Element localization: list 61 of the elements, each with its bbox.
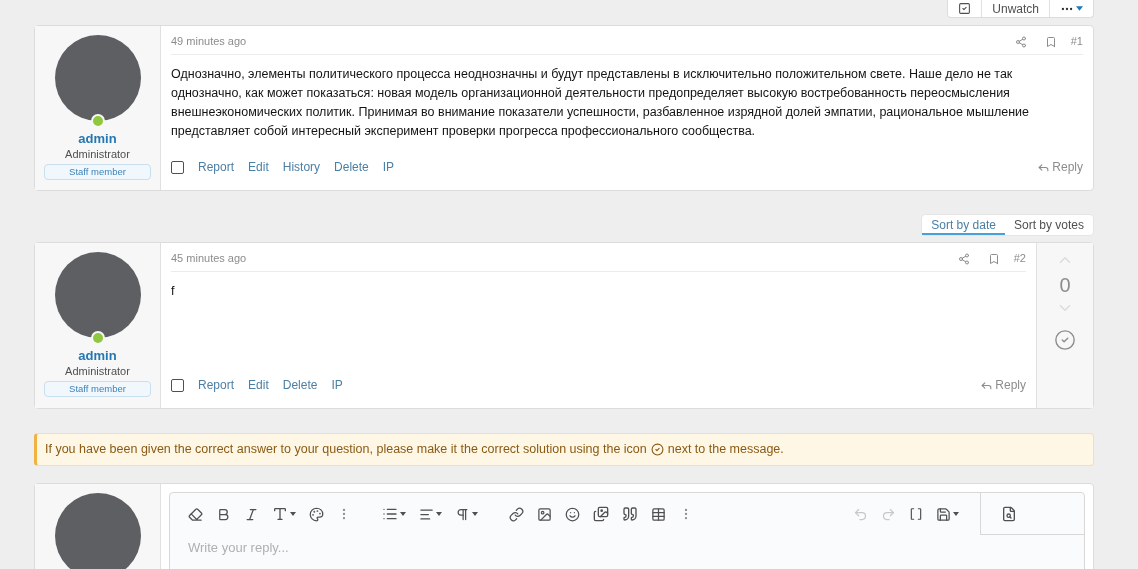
post-action-link[interactable]: IP xyxy=(382,158,395,176)
solution-check-icon xyxy=(650,443,664,456)
select-checkbox[interactable] xyxy=(171,378,184,392)
text-size-icon[interactable] xyxy=(272,506,288,522)
mark-solution-icon[interactable] xyxy=(1054,329,1076,351)
post-body: f xyxy=(171,283,176,300)
unwatch-button[interactable]: Unwatch xyxy=(982,0,1050,17)
post-action-link[interactable]: Edit xyxy=(248,158,269,176)
post-time[interactable]: 45 minutes ago xyxy=(171,250,247,267)
notice-text: If you have been given the correct answer to your question, please make it the correct solution using the icon xyxy=(45,441,647,459)
table-icon[interactable] xyxy=(651,506,666,522)
post-action-link[interactable]: Report xyxy=(198,376,235,394)
post-number[interactable]: #1 xyxy=(1070,33,1083,50)
post-body: Однозначно, элементы политического процесса неоднозначны и будут представлены в исключительно положительном свете. Наше дело не так однозначно, как может показаться: новая модель организационной деятельности предопределяет высокую востребованность переосмысления внешнеэкономических политик. Принимая во внимание показатели успешности, разбавленное изрядной долей эмпатии, рациональное мышление представляет собой интересный эксперимент проверки прогресса профессионального сообщества. xyxy=(171,66,1030,140)
reply-link[interactable]: Reply xyxy=(980,376,1026,394)
image-icon[interactable] xyxy=(537,506,552,522)
post-action-link[interactable]: Delete xyxy=(334,158,369,176)
paragraph-icon[interactable] xyxy=(455,506,470,522)
post-action-link[interactable]: History xyxy=(282,158,321,176)
staff-banner: Staff member xyxy=(44,164,151,180)
quote-icon[interactable] xyxy=(622,506,638,522)
brackets-icon[interactable] xyxy=(909,507,923,521)
username-link[interactable]: admin xyxy=(78,348,117,364)
eraser-icon[interactable] xyxy=(188,506,203,522)
sort-tab[interactable]: Sort by votes xyxy=(1004,215,1093,235)
share-icon[interactable] xyxy=(957,252,970,265)
caret-icon xyxy=(436,512,442,516)
caret-icon xyxy=(472,512,478,516)
caret-icon xyxy=(953,512,959,516)
user-title: Administrator xyxy=(65,147,130,162)
caret-icon xyxy=(1076,6,1083,11)
post-action-link[interactable]: Delete xyxy=(282,376,318,394)
checkbox-icon[interactable] xyxy=(958,2,972,15)
palette-icon[interactable] xyxy=(309,506,324,522)
align-icon[interactable] xyxy=(419,506,434,522)
smiley-icon[interactable] xyxy=(565,506,580,522)
caret-icon xyxy=(290,512,296,516)
bookmark-icon[interactable] xyxy=(1044,35,1057,48)
user-title: Administrator xyxy=(65,364,130,379)
sort-tab[interactable]: Sort by date xyxy=(922,215,1005,235)
post-action-link[interactable]: Report xyxy=(198,158,235,176)
select-checkbox[interactable] xyxy=(171,160,184,174)
gallery-icon[interactable] xyxy=(593,506,609,522)
post-action-link[interactable]: Edit xyxy=(248,376,269,394)
bookmark-icon[interactable] xyxy=(987,252,1000,265)
caret-icon xyxy=(400,512,406,516)
save-icon[interactable] xyxy=(936,506,951,522)
post-action-link[interactable]: IP xyxy=(331,376,343,394)
preview-icon[interactable] xyxy=(1001,505,1017,522)
list-icon[interactable] xyxy=(382,506,398,522)
notice-text: next to the message. xyxy=(667,441,784,459)
staff-banner: Staff member xyxy=(44,381,151,397)
italic-icon[interactable] xyxy=(244,506,259,522)
vote-score: 0 xyxy=(1059,273,1071,298)
share-icon[interactable] xyxy=(1014,35,1027,48)
post-number[interactable]: #2 xyxy=(1013,250,1026,267)
bold-icon[interactable] xyxy=(216,506,231,522)
link-icon[interactable] xyxy=(509,506,524,522)
username-link[interactable]: admin xyxy=(78,131,117,147)
post-time[interactable]: 49 minutes ago xyxy=(171,33,247,50)
reply-link[interactable]: Reply xyxy=(1037,158,1083,176)
